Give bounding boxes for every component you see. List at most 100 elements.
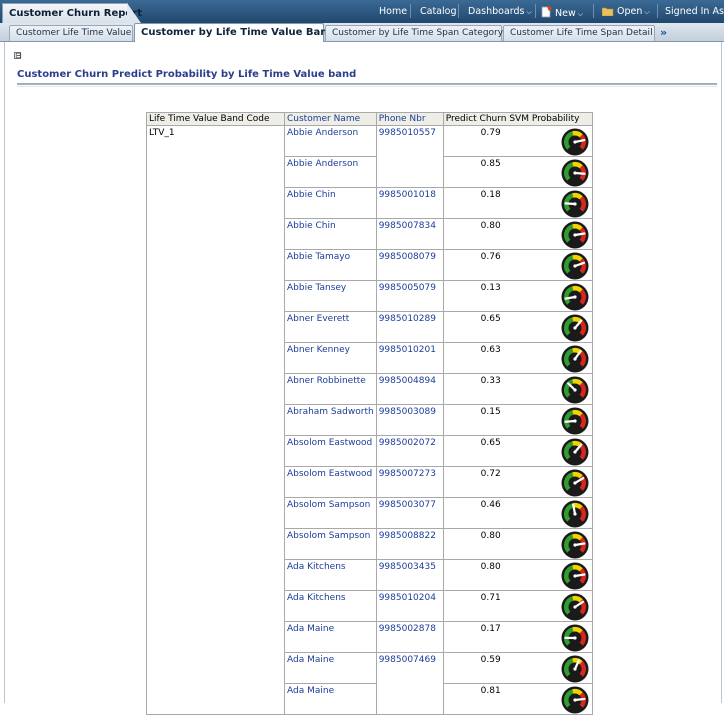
gauge-icon xyxy=(561,345,589,373)
gauge-icon xyxy=(561,159,589,187)
gauge-icon xyxy=(561,438,589,466)
probability-cell: 0.81 xyxy=(443,684,592,715)
nav-signed-in-label: Signed In As xyxy=(665,6,724,17)
report-content: ⊟ Customer Churn Predict Probability by … xyxy=(4,42,722,703)
tab-customer-life-time-value[interactable]: Customer Life Time Value xyxy=(9,25,133,41)
nav-divider xyxy=(535,4,536,18)
probability-value: 0.72 xyxy=(481,468,501,480)
probability-value: 0.81 xyxy=(481,685,501,697)
nav-open-label: Open xyxy=(617,6,642,17)
probability-cell: 0.33 xyxy=(443,374,592,405)
gauge-icon xyxy=(561,407,589,435)
tab-customer-by-life-time-span-category[interactable]: Customer by Life Time Span Category xyxy=(325,25,502,41)
customer-name-link[interactable]: Abbie Chin xyxy=(285,188,377,219)
probability-value: 0.59 xyxy=(481,654,501,666)
customer-name-link[interactable]: Abner Everett xyxy=(285,312,377,343)
gauge-icon xyxy=(561,221,589,249)
customer-name-link[interactable]: Absolom Sampson xyxy=(285,498,377,529)
customer-name-link[interactable]: Ada Maine xyxy=(285,684,377,715)
probability-cell: 0.13 xyxy=(443,281,592,312)
tab-label: Customer by Life Time Value Band xyxy=(141,27,335,38)
probability-cell: 0.72 xyxy=(443,467,592,498)
phone-number-link[interactable]: 9985002878 xyxy=(376,622,443,653)
gauge-icon xyxy=(561,469,589,497)
customer-name-link[interactable]: Abner Robbinette xyxy=(285,374,377,405)
customer-name-link[interactable]: Ada Kitchens xyxy=(285,560,377,591)
probability-value: 0.80 xyxy=(481,561,501,573)
phone-number-link[interactable]: 9985003089 xyxy=(376,405,443,436)
customer-name-link[interactable]: Absolom Eastwood xyxy=(285,467,377,498)
double-chevron-right-icon[interactable]: » xyxy=(660,26,667,39)
phone-number-link[interactable]: 9985004894 xyxy=(376,374,443,405)
customer-name-link[interactable]: Abraham Sadworth xyxy=(285,405,377,436)
gauge-icon xyxy=(561,252,589,280)
customer-name-link[interactable]: Abbie Anderson xyxy=(285,157,377,188)
column-header-band-code[interactable]: Life Time Value Band Code xyxy=(147,113,285,126)
phone-number-link[interactable]: 9985008822 xyxy=(376,529,443,560)
customer-name-link[interactable]: Ada Maine xyxy=(285,622,377,653)
probability-cell: 0.18 xyxy=(443,188,592,219)
nav-divider xyxy=(410,4,411,18)
section-divider xyxy=(17,86,717,87)
customer-name-link[interactable]: Abner Kenney xyxy=(285,343,377,374)
nav-open[interactable]: Open⌵ xyxy=(602,6,650,17)
customer-name-link[interactable]: Ada Kitchens xyxy=(285,591,377,622)
probability-cell: 0.17 xyxy=(443,622,592,653)
phone-number-link[interactable]: 9985010201 xyxy=(376,343,443,374)
app-title: Customer Churn Report xyxy=(2,3,128,23)
customer-name-link[interactable]: Abbie Tamayo xyxy=(285,250,377,281)
probability-value: 0.79 xyxy=(481,127,501,139)
app-title-tail xyxy=(127,3,141,23)
phone-number-link[interactable]: 9985007469 xyxy=(376,653,443,715)
customer-name-link[interactable]: Abbie Anderson xyxy=(285,126,377,157)
nav-signed-in[interactable]: Signed In As xyxy=(665,6,724,17)
probability-value: 0.18 xyxy=(481,189,501,201)
probability-cell: 0.63 xyxy=(443,343,592,374)
band-code-cell: LTV_1 xyxy=(147,126,285,715)
nav-divider xyxy=(458,4,459,18)
tab-customer-by-life-time-value-band[interactable]: Customer by Life Time Value Band xyxy=(134,23,324,42)
probability-cell: 0.71 xyxy=(443,591,592,622)
customer-name-link[interactable]: Absolom Sampson xyxy=(285,529,377,560)
customer-name-link[interactable]: Ada Maine xyxy=(285,653,377,684)
header-bar: Customer Churn Report Home Catalog Dashb… xyxy=(0,0,724,23)
phone-number-link[interactable]: 9985003077 xyxy=(376,498,443,529)
phone-number-link[interactable]: 9985001018 xyxy=(376,188,443,219)
gauge-icon xyxy=(561,500,589,528)
nav-new[interactable]: New⌵ xyxy=(541,6,583,19)
nav-new-label: New xyxy=(555,8,576,19)
nav-dashboards-label: Dashboards xyxy=(468,6,525,17)
nav-home[interactable]: Home xyxy=(379,6,407,17)
section-divider xyxy=(17,83,717,85)
probability-cell: 0.85 xyxy=(443,157,592,188)
collapse-icon[interactable]: ⊟ xyxy=(14,52,21,59)
gauge-icon xyxy=(561,531,589,559)
phone-number-link[interactable]: 9985005079 xyxy=(376,281,443,312)
probability-cell: 0.46 xyxy=(443,498,592,529)
customer-name-link[interactable]: Abbie Chin xyxy=(285,219,377,250)
customer-name-link[interactable]: Abbie Tansey xyxy=(285,281,377,312)
phone-number-link[interactable]: 9985010557 xyxy=(376,126,443,188)
phone-number-link[interactable]: 9985003435 xyxy=(376,560,443,591)
column-header-phone[interactable]: Phone Nbr xyxy=(376,113,443,126)
tab-customer-life-time-span-detail[interactable]: Customer Life Time Span Detail xyxy=(503,25,655,41)
probability-value: 0.46 xyxy=(481,499,501,511)
phone-number-link[interactable]: 9985007273 xyxy=(376,467,443,498)
churn-table: Life Time Value Band Code Customer Name … xyxy=(146,112,593,715)
phone-number-link[interactable]: 9985008079 xyxy=(376,250,443,281)
probability-value: 0.76 xyxy=(481,251,501,263)
gauge-icon xyxy=(561,314,589,342)
nav-dashboards[interactable]: Dashboards⌵ xyxy=(468,6,532,17)
probability-value: 0.71 xyxy=(481,592,501,604)
column-header-probability[interactable]: Predict Churn SVM Probability xyxy=(443,113,592,126)
probability-cell: 0.79 xyxy=(443,126,592,157)
phone-number-link[interactable]: 9985010289 xyxy=(376,312,443,343)
phone-number-link[interactable]: 9985010204 xyxy=(376,591,443,622)
table-body: LTV_1Abbie Anderson9985010557 0.79 Abbie A… xyxy=(147,126,593,715)
chevron-down-icon: ⌵ xyxy=(527,8,532,16)
nav-catalog[interactable]: Catalog xyxy=(420,6,456,17)
customer-name-link[interactable]: Absolom Eastwood xyxy=(285,436,377,467)
column-header-customer-name[interactable]: Customer Name xyxy=(285,113,377,126)
phone-number-link[interactable]: 9985007834 xyxy=(376,219,443,250)
phone-number-link[interactable]: 9985002072 xyxy=(376,436,443,467)
